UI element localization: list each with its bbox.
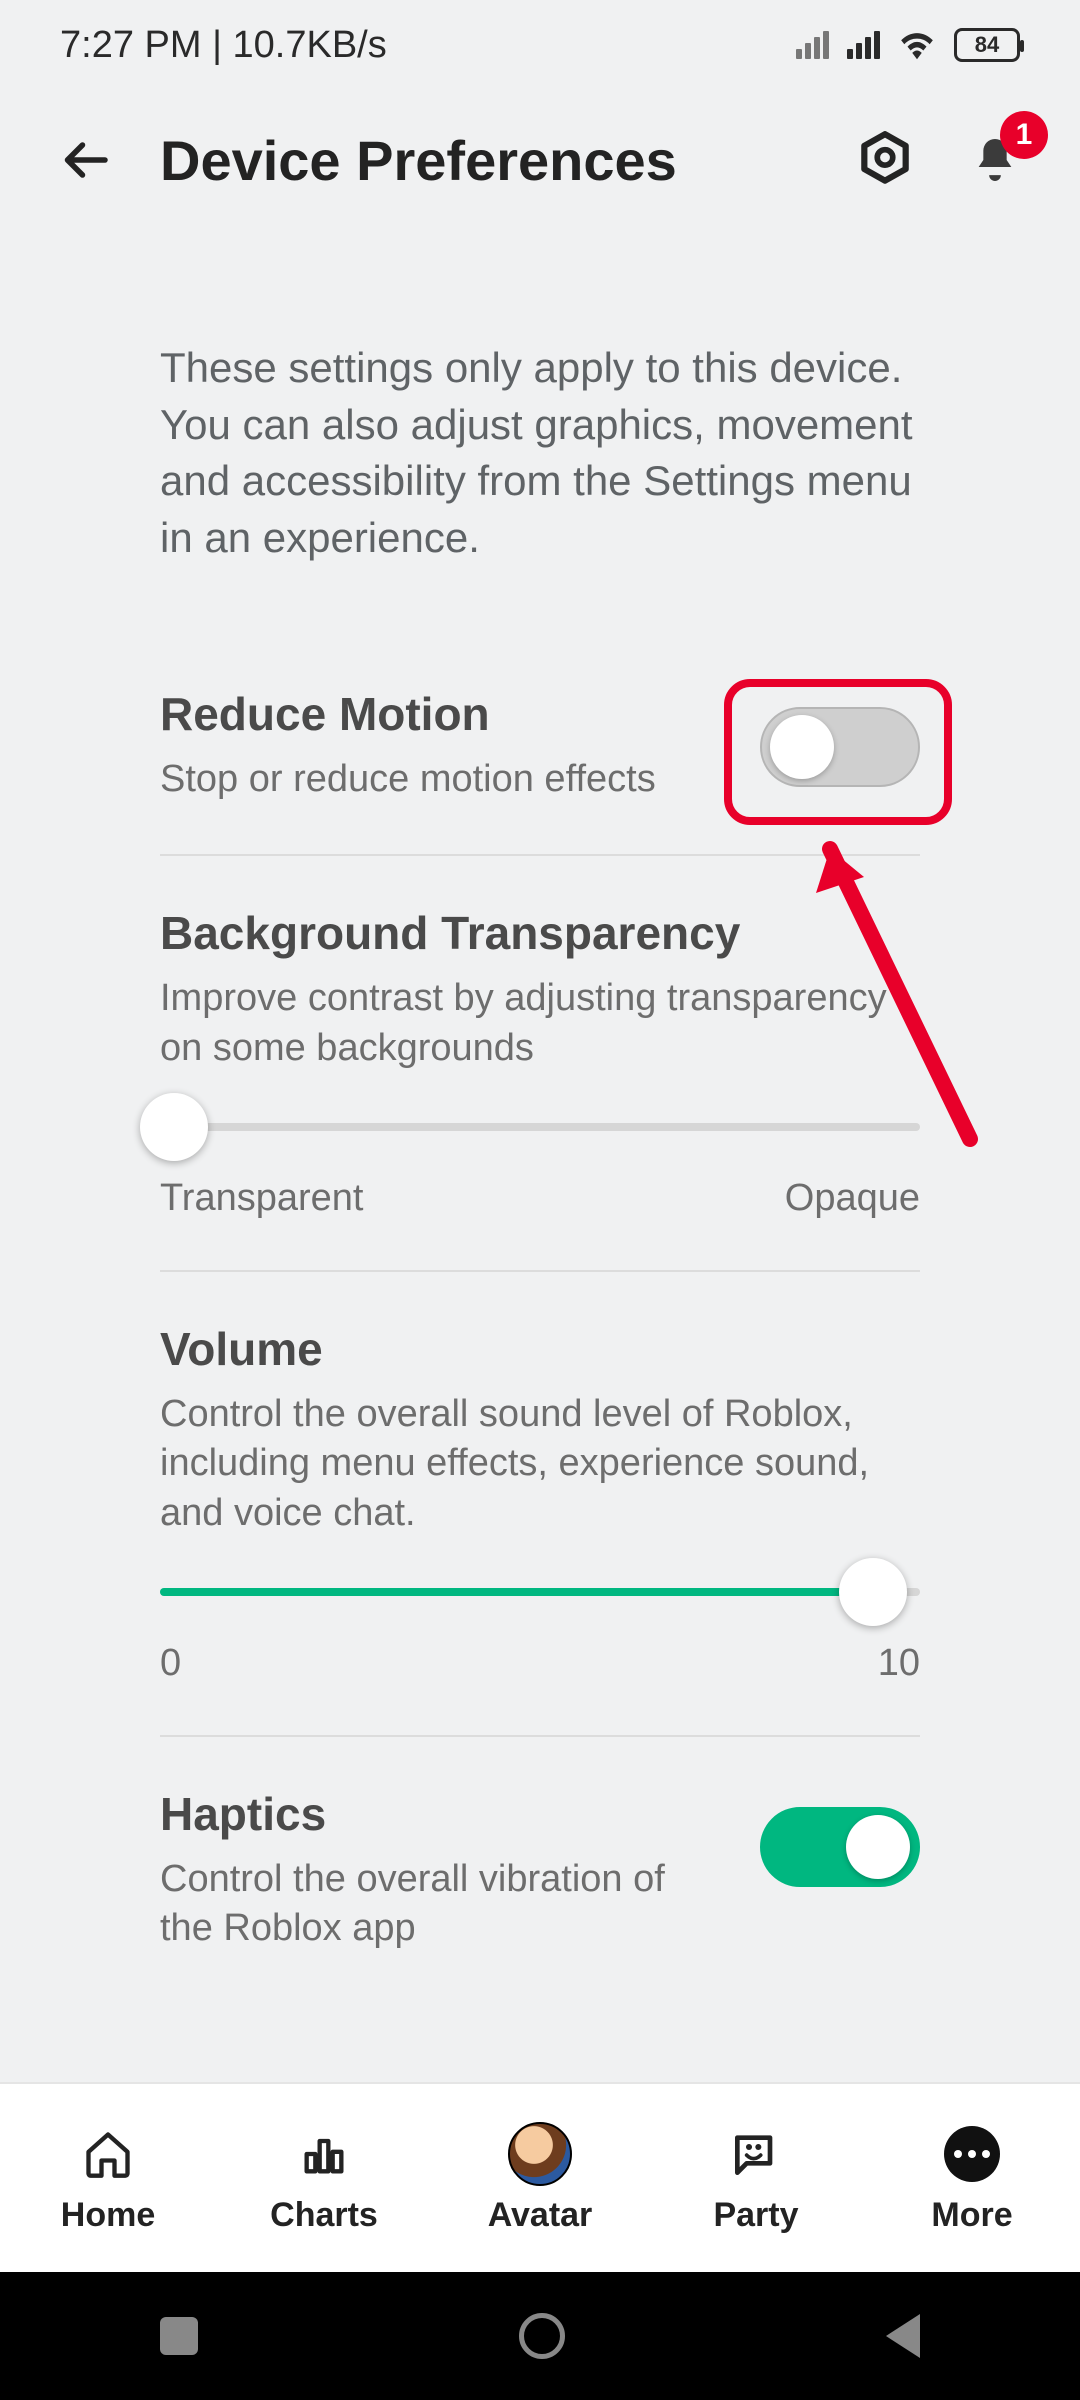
nav-avatar[interactable]: Avatar (432, 2084, 648, 2272)
toggle-knob (770, 715, 834, 779)
status-right: 84 (796, 28, 1020, 62)
charts-icon (292, 2122, 356, 2186)
haptics-toggle[interactable] (760, 1807, 920, 1887)
notifications-button[interactable]: 1 (960, 125, 1030, 195)
reduce-motion-desc: Stop or reduce motion effects (160, 755, 656, 804)
status-net-speed: 10.7KB/s (233, 24, 387, 66)
reduce-motion-title: Reduce Motion (160, 687, 656, 741)
robux-icon[interactable] (850, 125, 920, 195)
section-volume: Volume Control the overall sound level o… (160, 1322, 920, 1737)
more-icon (940, 2122, 1004, 2186)
nav-home[interactable]: Home (0, 2084, 216, 2272)
bg-transparency-title: Background Transparency (160, 906, 920, 960)
signal-icon (796, 31, 829, 59)
slider-min-label: 0 (160, 1642, 181, 1685)
nav-label: Party (713, 2196, 798, 2235)
reduce-motion-toggle[interactable] (760, 707, 920, 787)
party-icon (724, 2122, 788, 2186)
volume-desc: Control the overall sound level of Roblo… (160, 1390, 920, 1538)
bg-transparency-slider[interactable]: Transparent Opaque (160, 1123, 920, 1220)
nav-charts[interactable]: Charts (216, 2084, 432, 2272)
content-scroll[interactable]: These settings only apply to this device… (0, 230, 1080, 2004)
signal-icon (847, 31, 880, 59)
nav-party[interactable]: Party (648, 2084, 864, 2272)
nav-label: Home (61, 2196, 155, 2235)
section-haptics: Haptics Control the overall vibration of… (160, 1787, 920, 2004)
slider-min-label: Transparent (160, 1177, 363, 1220)
slider-max-label: 10 (878, 1642, 920, 1685)
back-button-system[interactable] (886, 2314, 920, 2358)
back-button[interactable] (50, 125, 120, 195)
bottom-nav: Home Charts Avatar Party More (0, 2082, 1080, 2272)
app-header: Device Preferences 1 (0, 90, 1080, 230)
status-time-net: 7:27 PM | 10.7KB/s (60, 24, 387, 67)
nav-label: Charts (270, 2196, 378, 2235)
intro-text: These settings only apply to this device… (160, 340, 920, 567)
nav-more[interactable]: More (864, 2084, 1080, 2272)
wifi-icon (898, 30, 936, 60)
volume-slider[interactable]: 0 10 (160, 1588, 920, 1685)
battery-icon: 84 (954, 28, 1020, 62)
status-time: 7:27 PM (60, 24, 202, 66)
recents-button[interactable] (160, 2317, 198, 2355)
bg-transparency-desc: Improve contrast by adjusting transparen… (160, 974, 920, 1073)
status-bar: 7:27 PM | 10.7KB/s 84 (0, 0, 1080, 90)
home-button[interactable] (519, 2313, 565, 2359)
notification-badge: 1 (1000, 111, 1048, 159)
nav-label: Avatar (488, 2196, 593, 2235)
home-icon (76, 2122, 140, 2186)
toggle-knob (846, 1815, 910, 1879)
volume-title: Volume (160, 1322, 920, 1376)
nav-label: More (931, 2196, 1012, 2235)
page-title: Device Preferences (160, 128, 810, 193)
section-reduce-motion: Reduce Motion Stop or reduce motion effe… (160, 687, 920, 856)
system-nav (0, 2272, 1080, 2400)
avatar-icon (508, 2122, 572, 2186)
section-bg-transparency: Background Transparency Improve contrast… (160, 906, 920, 1272)
haptics-desc: Control the overall vibration of the Rob… (160, 1855, 720, 1954)
slider-max-label: Opaque (785, 1177, 920, 1220)
haptics-title: Haptics (160, 1787, 720, 1841)
